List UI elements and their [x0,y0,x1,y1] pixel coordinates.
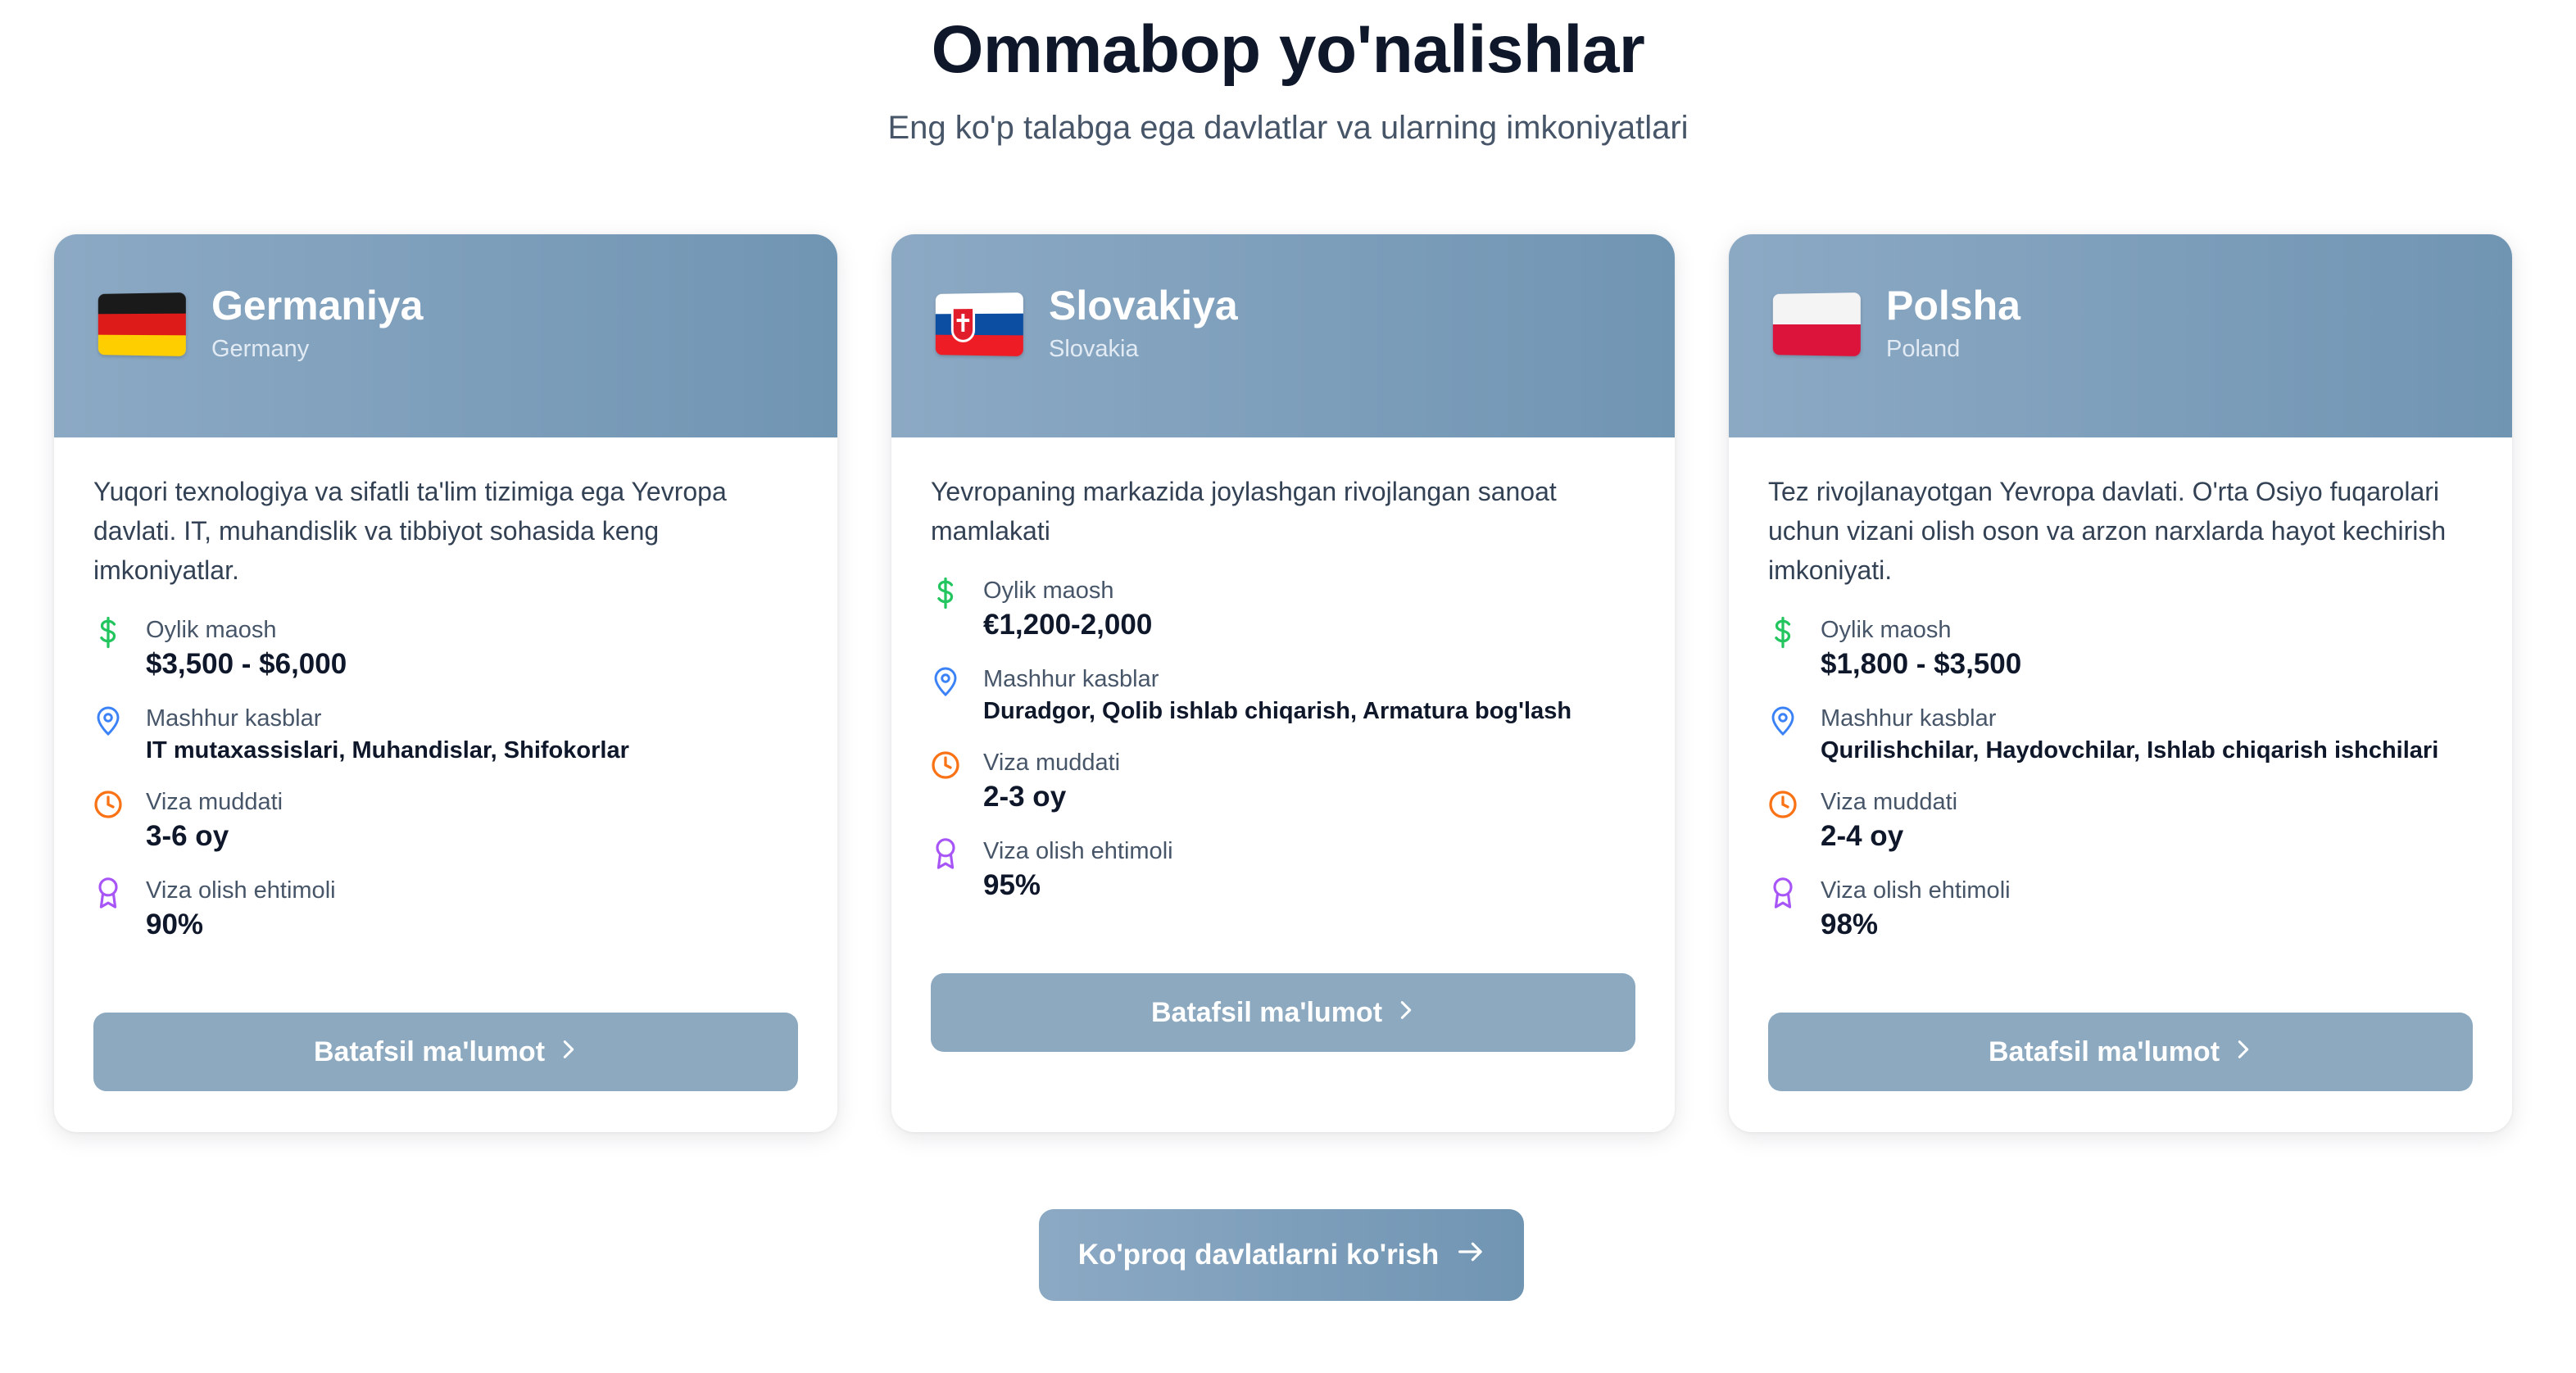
stat-value-jobs: Qurilishchilar, Haydovchilar, Ishlab chi… [1821,737,2439,764]
map-pin-icon [93,706,123,736]
country-name-en: Poland [1886,336,1961,362]
dollar-icon [931,577,960,609]
stat-visa-probability: Viza olish ehtimoli 98% [1768,875,2481,944]
stat-visa-duration: Viza muddati 3-6 oy [93,786,806,855]
stat-visa-duration: Viza muddati 2-3 oy [931,747,1644,816]
stat-label: Viza muddati [146,789,283,815]
germany-flag-icon [98,292,186,356]
details-button-label: Batafsil ma'lumot [1988,1035,2220,1067]
stat-jobs: Mashhur kasblar Duradgor, Qolib ishlab c… [931,664,1644,727]
details-button[interactable]: Batafsil ma'lumot [1768,1013,2473,1091]
page-subtitle: Eng ko'p talabga ega davlatlar va ularni… [887,110,1689,146]
award-icon [931,838,960,869]
card-header: Germaniya Germany [54,234,837,437]
stat-value-jobs: Duradgor, Qolib ishlab chiqarish, Armatu… [983,698,1572,724]
stat-visa-probability: Viza olish ehtimoli 90% [93,875,806,944]
card-body: Tez rivojlanayotgan Yevropa davlati. O'r… [1768,472,2481,944]
stat-jobs: Mashhur kasblar IT mutaxassislari, Muhan… [93,703,806,767]
more-countries-label: Ko'proq davlatlarni ko'rish [1077,1239,1440,1271]
details-button-label: Batafsil ma'lumot [313,1035,546,1067]
stat-visa-probability: Viza olish ehtimoli 95% [931,836,1644,904]
stat-label: Oylik maosh [983,578,1114,604]
stat-label: Mashhur kasblar [983,666,1159,692]
arrow-right-icon [1457,1239,1485,1271]
stat-value-visa-probability: 95% [983,869,1041,901]
stat-value-visa-probability: 90% [146,909,204,940]
card-header: Slovakiya Slovakia [891,234,1675,437]
stat-value-visa-duration: 2-3 oy [983,781,1067,813]
stat-label: Viza olish ehtimoli [146,877,336,904]
stat-value-jobs: IT mutaxassislari, Muhandislar, Shifokor… [146,737,629,764]
stat-value-salary: €1,200-2,000 [983,609,1153,641]
country-card-slovakia: Slovakiya Slovakia Yevropaning markazida… [891,234,1675,1132]
clock-icon [93,790,123,819]
details-button[interactable]: Batafsil ma'lumot [931,973,1635,1052]
details-button-label: Batafsil ma'lumot [1150,996,1383,1028]
country-name-en: Slovakia [1049,336,1139,362]
stat-visa-duration: Viza muddati 2-4 oy [1768,786,2481,855]
map-pin-icon [1768,706,1798,736]
stat-label: Viza muddati [983,750,1121,776]
stat-salary: Oylik maosh $3,500 - $6,000 [93,614,806,683]
slovakia-flag-icon [935,292,1023,356]
country-name-en: Germany [211,336,310,362]
stat-label: Viza muddati [1821,789,1958,815]
clock-icon [931,750,960,780]
award-icon [93,877,123,909]
card-body: Yevropaning markazida joylashgan rivojla… [931,472,1644,904]
stat-label: Viza olish ehtimoli [1821,877,2011,904]
country-description: Yevropaning markazida joylashgan rivojla… [931,477,1557,546]
card-header: Polsha Poland [1729,234,2512,437]
stat-label: Mashhur kasblar [146,705,322,732]
country-card-poland: Polsha Poland Tez rivojlanayotgan Yevrop… [1729,234,2512,1132]
page-title: Ommabop yo'nalishlar [931,12,1645,87]
more-countries-button[interactable]: Ko'proq davlatlarni ko'rish [1039,1209,1524,1301]
dollar-icon [93,616,123,649]
card-body: Yuqori texnologiya va sifatli ta'lim tiz… [93,472,806,944]
details-button[interactable]: Batafsil ma'lumot [93,1013,798,1091]
chevron-right-icon [1397,997,1415,1029]
chevron-right-icon [560,1036,578,1068]
chevron-right-icon [2234,1036,2252,1068]
stat-value-visa-duration: 3-6 oy [146,820,229,852]
stat-label: Viza olish ehtimoli [983,838,1173,864]
stat-salary: Oylik maosh $1,800 - $3,500 [1768,614,2481,683]
country-description: Yuqori texnologiya va sifatli ta'lim tiz… [93,477,727,585]
country-name: Polsha [1886,283,2020,329]
stat-label: Oylik maosh [146,617,277,643]
award-icon [1768,877,1798,909]
stat-value-salary: $3,500 - $6,000 [146,648,347,680]
stat-label: Mashhur kasblar [1821,705,1997,732]
country-description: Tez rivojlanayotgan Yevropa davlati. O'r… [1768,477,2447,585]
stat-value-visa-probability: 98% [1821,909,1879,940]
stat-value-salary: $1,800 - $3,500 [1821,648,2022,680]
poland-flag-icon [1772,292,1861,356]
country-name: Slovakiya [1049,283,1238,329]
map-pin-icon [931,667,960,697]
stat-salary: Oylik maosh €1,200-2,000 [931,575,1644,644]
stat-jobs: Mashhur kasblar Qurilishchilar, Haydovch… [1768,703,2481,767]
country-card-germany: Germaniya Germany Yuqori texnologiya va … [54,234,837,1132]
stat-value-visa-duration: 2-4 oy [1821,820,1904,852]
clock-icon [1768,790,1798,819]
country-name: Germaniya [211,283,424,329]
country-cards: Germaniya Germany Yuqori texnologiya va … [0,234,2576,1135]
dollar-icon [1768,616,1798,649]
stat-label: Oylik maosh [1821,617,1952,643]
